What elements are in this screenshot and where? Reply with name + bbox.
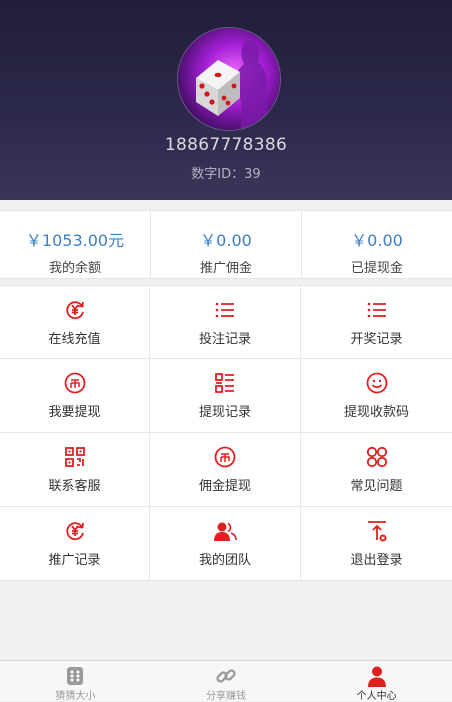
- stat-balance[interactable]: ￥1053.00元 我的余额: [0, 211, 150, 278]
- menu-bet-records[interactable]: 投注记录: [150, 286, 301, 359]
- menu-label: 提现记录: [198, 405, 251, 420]
- stat-commission[interactable]: ￥0.00 推广佣金: [150, 211, 301, 278]
- menu-label: 我要提现: [48, 405, 101, 420]
- menu-payee-code[interactable]: 提现收款码: [301, 359, 452, 433]
- tab-guess-size[interactable]: 猜猜大小: [0, 661, 151, 702]
- profile-header: 18867778386 数字ID：39: [0, 0, 452, 200]
- bottom-tab-bar: 猜猜大小 分享赚钱 个人中心: [0, 660, 452, 702]
- balance-stats: ￥1053.00元 我的余额 ￥0.00 推广佣金 ￥0.00 已提现金: [0, 210, 452, 279]
- grid-list-icon: [213, 371, 237, 395]
- menu-label: 在线充值: [48, 332, 101, 347]
- menu-label: 常见问题: [350, 479, 403, 494]
- coin-icon: [63, 371, 87, 395]
- qr-code-icon: [63, 445, 87, 469]
- menu-withdraw-records[interactable]: 提现记录: [150, 359, 301, 433]
- logout-icon: [365, 519, 389, 543]
- menu-commission-withdraw[interactable]: 佣金提现: [150, 433, 301, 507]
- yen-refresh-icon: [63, 298, 87, 322]
- menu-label: 开奖记录: [350, 332, 403, 347]
- menu-logout[interactable]: 退出登录: [301, 507, 452, 580]
- menu-label: 投注记录: [198, 332, 251, 347]
- menu-online-recharge[interactable]: 在线充值: [0, 286, 150, 359]
- menu-withdraw[interactable]: 我要提现: [0, 359, 150, 433]
- menu-customer-service[interactable]: 联系客服: [0, 433, 150, 507]
- menu-label: 退出登录: [350, 553, 403, 568]
- team-icon: [213, 519, 237, 543]
- list-icon: [213, 298, 237, 322]
- stat-label: 推广佣金: [199, 261, 252, 276]
- stat-value: ￥0.00: [200, 231, 252, 250]
- menu-draw-records[interactable]: 开奖记录: [301, 286, 452, 359]
- menu-label: 佣金提现: [198, 479, 251, 494]
- menu-my-team[interactable]: 我的团队: [150, 507, 301, 580]
- coin-icon: [213, 445, 237, 469]
- menu-label: 推广记录: [48, 553, 101, 568]
- stat-label: 我的余额: [48, 261, 101, 276]
- avatar[interactable]: [177, 27, 281, 131]
- dice-icon: [64, 665, 86, 687]
- four-circles-icon: [365, 445, 389, 469]
- menu-grid: 在线充值 投注记录 开奖记录 我要提现 提现记录 提现收款码 联系客服 佣金提现…: [0, 285, 452, 581]
- stat-value: ￥1053.00元: [25, 231, 125, 250]
- menu-label: 提现收款码: [343, 405, 409, 420]
- smile-icon: [365, 371, 389, 395]
- phone-number: 18867778386: [164, 135, 288, 155]
- menu-label: 我的团队: [198, 553, 251, 568]
- link-icon: [215, 665, 237, 687]
- user-id-label: 数字ID：: [191, 167, 245, 182]
- menu-label: 联系客服: [48, 479, 101, 494]
- list-icon: [365, 298, 389, 322]
- stat-value: ￥0.00: [351, 231, 403, 250]
- menu-faq[interactable]: 常见问题: [301, 433, 452, 507]
- person-icon: [366, 665, 388, 687]
- user-id: 数字ID：39: [0, 163, 452, 182]
- tab-share-earn[interactable]: 分享赚钱: [151, 661, 302, 702]
- stat-label: 已提现金: [350, 261, 403, 276]
- menu-promotion-records[interactable]: 推广记录: [0, 507, 150, 580]
- yen-refresh-icon: [63, 519, 87, 543]
- user-id-value: 39: [244, 167, 261, 182]
- stat-withdrawn[interactable]: ￥0.00 已提现金: [301, 211, 452, 278]
- tab-personal-center[interactable]: 个人中心: [301, 661, 452, 702]
